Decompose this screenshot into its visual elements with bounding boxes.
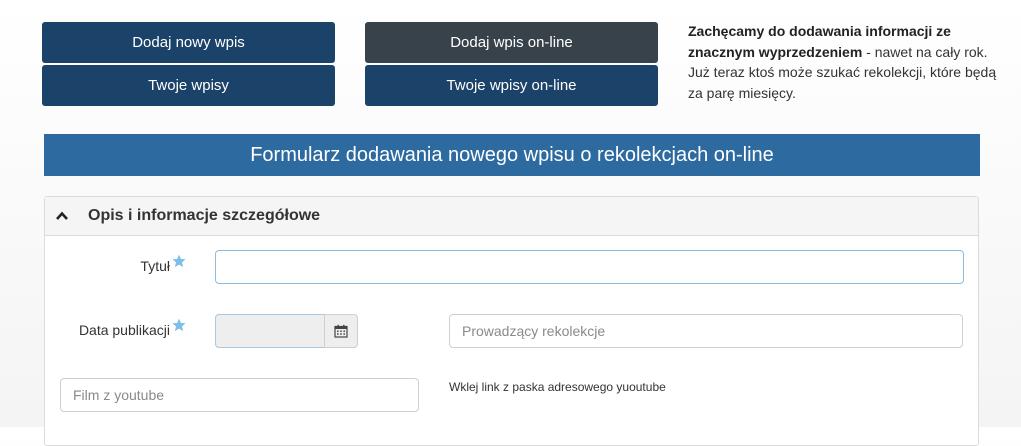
required-star-icon: [172, 254, 186, 268]
calendar-button[interactable]: [324, 314, 358, 348]
add-new-entry-button[interactable]: Dodaj nowy wpis: [42, 22, 335, 63]
retreat-leader-input[interactable]: [449, 314, 963, 348]
calendar-icon: [334, 324, 348, 338]
chevron-up-icon: [56, 211, 68, 220]
section-title: Opis i informacje szczegółowe: [88, 207, 321, 224]
publication-date-input[interactable]: [215, 314, 325, 348]
form-title-banner: Formularz dodawania nowego wpisu o rekol…: [44, 134, 980, 176]
youtube-link-input[interactable]: [60, 378, 419, 412]
required-star-icon: [172, 318, 186, 332]
add-online-entry-button[interactable]: Dodaj wpis on-line: [365, 22, 658, 63]
publication-date-label: Data publikacji: [78, 322, 170, 338]
details-section-toggle[interactable]: Opis i informacje szczegółowe: [45, 197, 978, 236]
my-online-entries-button[interactable]: Twoje wpisy on-line: [365, 65, 658, 106]
title-label: Tytuł: [140, 258, 170, 274]
info-note: Zachęcamy do dodawania informacji ze zna…: [688, 21, 998, 103]
youtube-hint: Wklej link z paska adresowego yuoutube: [449, 380, 666, 394]
my-entries-button[interactable]: Twoje wpisy: [42, 65, 335, 106]
title-input[interactable]: [215, 250, 964, 284]
